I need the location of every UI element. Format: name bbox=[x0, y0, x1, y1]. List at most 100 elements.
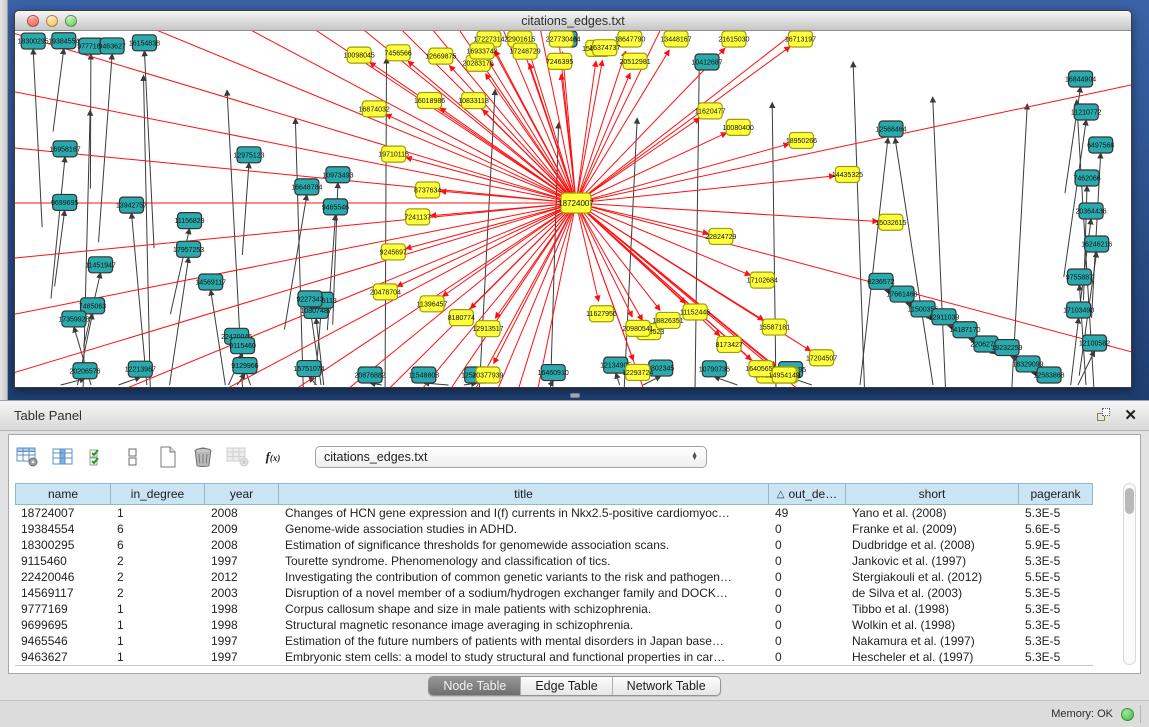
float-panel-button[interactable] bbox=[1096, 408, 1114, 424]
graph-node-label: 8180774 bbox=[448, 315, 475, 322]
column-header-title[interactable]: title bbox=[279, 483, 769, 505]
graph-node-label: 11620477 bbox=[695, 108, 726, 115]
graph-node-label: 9699695 bbox=[51, 200, 78, 207]
cell-year: 1998 bbox=[205, 618, 279, 632]
graph-node-label: 17204507 bbox=[806, 355, 837, 362]
graph-node-label: 12293724 bbox=[622, 370, 653, 377]
close-panel-icon[interactable]: ✕ bbox=[1124, 408, 1137, 423]
graph-edge bbox=[295, 118, 303, 387]
column-header-out_degree[interactable]: △out_de… bbox=[769, 483, 846, 505]
graph-node-label: 7241137 bbox=[404, 214, 431, 221]
table-row[interactable]: 1872400712008Changes of HCN gene express… bbox=[15, 505, 1093, 521]
cell-name: 14569117 bbox=[15, 586, 111, 600]
network-canvas[interactable]: 1830029519384554977716994636271615483812… bbox=[15, 31, 1131, 387]
cell-short: Franke et al. (2009) bbox=[846, 522, 1019, 536]
graph-node-label: 21615030 bbox=[718, 37, 749, 44]
close-window-icon[interactable] bbox=[27, 15, 39, 27]
column-header-in_degree[interactable]: in_degree bbox=[111, 483, 205, 505]
graph-node-label: 19232259 bbox=[991, 345, 1022, 352]
cell-title: Estimation of significance thresholds fo… bbox=[279, 538, 769, 552]
tab-node-table[interactable]: Node Table bbox=[429, 677, 520, 695]
graph-node-label: 8173427 bbox=[716, 342, 743, 349]
cell-pagerank: 5.3E-5 bbox=[1019, 650, 1093, 664]
cell-short: Wolkin et al. (1998) bbox=[846, 618, 1019, 632]
graph-edge bbox=[576, 203, 878, 221]
graph-node-label: 12100582 bbox=[1079, 341, 1110, 348]
table-row[interactable]: 911546021997Tourette syndrome. Phenomeno… bbox=[15, 553, 1093, 569]
network-window[interactable]: citations_edges.txt 18300295193845549777… bbox=[14, 10, 1132, 388]
graph-node-label: 20364436 bbox=[1075, 209, 1106, 216]
column-header-short[interactable]: short bbox=[846, 483, 1019, 505]
column-select-button[interactable] bbox=[85, 444, 111, 470]
table-scrollbar[interactable] bbox=[1123, 483, 1136, 665]
zoom-window-icon[interactable] bbox=[65, 15, 77, 27]
scrollbar-thumb[interactable] bbox=[1125, 488, 1134, 514]
column-visibility-button[interactable] bbox=[50, 444, 76, 470]
graph-edge bbox=[576, 176, 835, 203]
delete-table-button[interactable] bbox=[225, 444, 251, 470]
cell-out_degree: 49 bbox=[769, 506, 846, 520]
table-row[interactable]: 1456911722003Disruption of a novel membe… bbox=[15, 585, 1093, 601]
cell-short: Tibbo et al. (1998) bbox=[846, 602, 1019, 616]
minimize-window-icon[interactable] bbox=[46, 15, 58, 27]
graph-node-label: 10790736 bbox=[699, 366, 730, 373]
delete-column-button[interactable] bbox=[190, 444, 216, 470]
graph-edge bbox=[494, 203, 576, 363]
column-header-name[interactable]: name bbox=[15, 483, 111, 505]
table-row[interactable]: 1938455462009Genome-wide association stu… bbox=[15, 521, 1093, 537]
row-height-icon bbox=[127, 447, 139, 467]
graph-node-label: 20283176 bbox=[463, 61, 494, 68]
graph-node-label: 9245697 bbox=[380, 249, 407, 256]
cell-pagerank: 5.3E-5 bbox=[1019, 586, 1093, 600]
row-height-button[interactable] bbox=[120, 444, 146, 470]
network-window-titlebar[interactable]: citations_edges.txt bbox=[15, 11, 1131, 31]
cell-name: 18724007 bbox=[15, 506, 111, 520]
new-column-button[interactable] bbox=[155, 444, 181, 470]
graph-node-label: 19384554 bbox=[48, 38, 79, 45]
table-panel-header: Table Panel ✕ bbox=[0, 401, 1149, 431]
table-settings-button[interactable] bbox=[15, 444, 41, 470]
table-delete-icon bbox=[226, 446, 250, 468]
cell-name: 22420046 bbox=[15, 570, 111, 584]
graph-node-label: 14435325 bbox=[832, 172, 863, 179]
cell-in_degree: 1 bbox=[111, 506, 205, 520]
graph-node-label: 8236572 bbox=[867, 279, 894, 286]
graph-edge bbox=[1071, 318, 1079, 385]
graph-node-label: 17248729 bbox=[510, 49, 541, 56]
cell-name: 9465546 bbox=[15, 634, 111, 648]
graph-node-label: 17359928 bbox=[58, 316, 89, 323]
graph-node-label: 16713197 bbox=[785, 37, 816, 44]
table-row[interactable]: 977716911998Corpus callosum shape and si… bbox=[15, 601, 1093, 617]
table-selector[interactable]: citations_edges.txt ▲▼ bbox=[315, 446, 707, 468]
column-header-year[interactable]: year bbox=[205, 483, 279, 505]
cell-name: 9777169 bbox=[15, 602, 111, 616]
memory-status-icon[interactable] bbox=[1121, 708, 1134, 721]
table-row[interactable]: 1830029562008Estimation of significance … bbox=[15, 537, 1093, 553]
cell-out_degree: 0 bbox=[769, 554, 846, 568]
function-builder-button[interactable]: f(x) bbox=[260, 444, 286, 470]
window-controls bbox=[27, 15, 77, 27]
graph-node-label: 10807487 bbox=[300, 308, 331, 315]
checklist-icon bbox=[88, 447, 108, 467]
graph-edge bbox=[933, 97, 946, 387]
network-desktop: citations_edges.txt 18300295193845549777… bbox=[0, 0, 1149, 400]
graph-node-label: 18724007 bbox=[558, 199, 594, 208]
graph-node-label: 7462066 bbox=[1073, 176, 1100, 183]
column-header-pagerank[interactable]: pagerank bbox=[1019, 483, 1093, 505]
panel-divider-handle[interactable] bbox=[570, 393, 580, 398]
fx-icon: f(x) bbox=[266, 449, 281, 465]
table-row[interactable]: 946554611997Estimation of the future num… bbox=[15, 633, 1093, 649]
graph-node-label: 9755887 bbox=[1066, 275, 1093, 282]
cell-in_degree: 1 bbox=[111, 618, 205, 632]
tab-network-table[interactable]: Network Table bbox=[612, 677, 720, 695]
table-row[interactable]: 969969511998Structural magnetic resonanc… bbox=[15, 617, 1093, 633]
cell-out_degree: 0 bbox=[769, 634, 846, 648]
tab-edge-table[interactable]: Edge Table bbox=[520, 677, 611, 695]
table-row[interactable]: 2242004622012Investigating the contribut… bbox=[15, 569, 1093, 585]
panel-title: Table Panel bbox=[14, 408, 1096, 423]
table-row[interactable]: 946362711997Embryonic stem cells: a mode… bbox=[15, 649, 1093, 665]
cell-out_degree: 0 bbox=[769, 602, 846, 616]
graph-edge bbox=[860, 138, 888, 385]
cell-pagerank: 5.3E-5 bbox=[1019, 554, 1093, 568]
memory-status-label: Memory: OK bbox=[1051, 708, 1113, 720]
